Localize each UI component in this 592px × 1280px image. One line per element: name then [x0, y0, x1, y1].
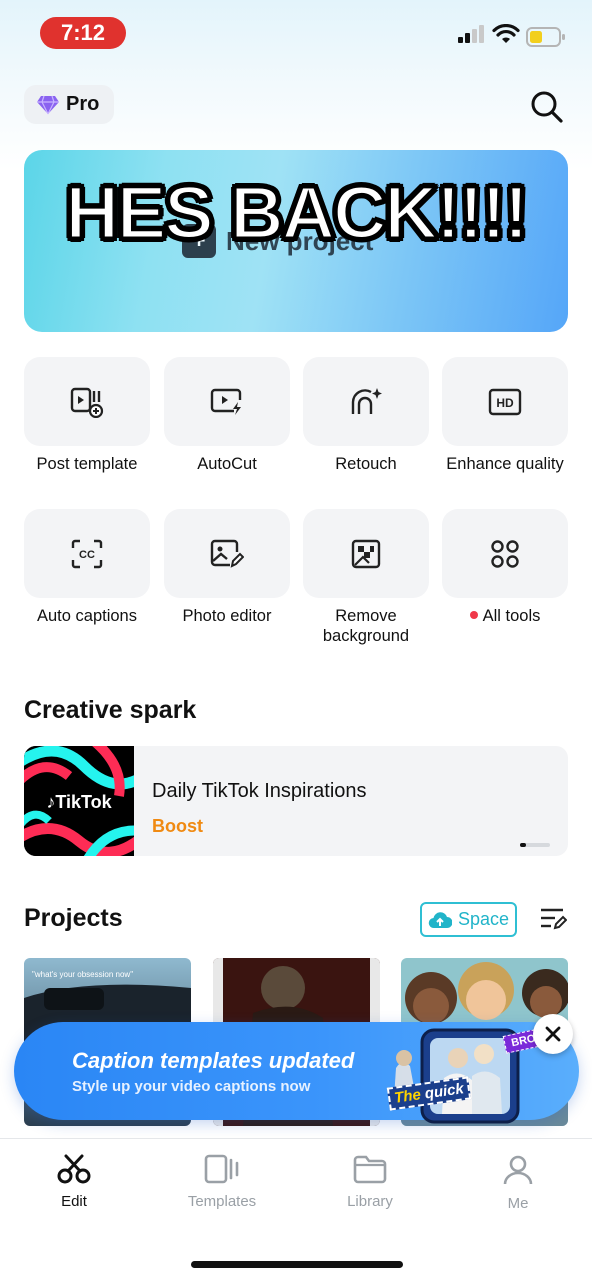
wifi-icon [492, 24, 520, 43]
tool-label: Retouch [335, 455, 397, 473]
pro-label: Pro [66, 93, 100, 115]
tool-label: AutoCut [197, 455, 257, 473]
status-time: 7:12 [40, 17, 126, 49]
creative-spark-card[interactable]: ♪TikTok Daily TikTok Inspirations Boost [24, 746, 568, 856]
space-button[interactable]: Space [420, 902, 517, 937]
carousel-indicator [520, 843, 550, 847]
tab-label: Library [347, 1193, 393, 1210]
tool-label: Post template [36, 455, 138, 473]
tiktok-thumbnail: ♪TikTok [24, 746, 134, 856]
tool-remove-background[interactable]: Remove background [303, 509, 429, 646]
spark-card-title: Daily TikTok Inspirations [152, 780, 367, 802]
person-icon [503, 1155, 533, 1185]
toast-title: Caption templates updated [72, 1048, 355, 1073]
tab-me[interactable]: Me [468, 1154, 568, 1212]
svg-text:CC: CC [79, 549, 95, 561]
tool-retouch[interactable]: Retouch [303, 357, 429, 474]
tab-label: Templates [187, 1193, 257, 1210]
tab-edit[interactable]: Edit [24, 1154, 124, 1210]
tool-autocut[interactable]: AutoCut [164, 357, 290, 474]
close-icon [545, 1026, 561, 1042]
art-tag-the: The [393, 1086, 422, 1107]
tab-label: Edit [61, 1193, 87, 1210]
captions-icon: CC [71, 539, 103, 568]
post-template-icon [70, 387, 104, 418]
search-icon[interactable] [528, 88, 564, 124]
svg-text:HD: HD [496, 396, 514, 410]
tool-post-template[interactable]: Post template [24, 357, 150, 474]
space-label: Space [457, 909, 510, 929]
tool-all-tools[interactable]: All tools [442, 509, 568, 626]
grid-icon [491, 539, 519, 568]
toast-subtitle: Style up your video captions now [72, 1078, 311, 1095]
cellular-signal-icon [458, 25, 484, 43]
project-caption: "what's your obsession now" [32, 970, 134, 979]
home-indicator[interactable] [191, 1261, 403, 1268]
scissors-icon [57, 1154, 91, 1184]
tool-label: Remove background [322, 607, 410, 645]
spark-card-subtitle: Boost [152, 816, 203, 836]
tool-label: Enhance quality [446, 455, 564, 473]
hd-icon: HD [488, 388, 522, 415]
remove-bg-icon [351, 539, 381, 568]
tool-label: All tools [482, 607, 541, 625]
folder-icon [353, 1155, 387, 1184]
art-tag-quick: quick [423, 1080, 465, 1103]
cloud-upload-icon [428, 911, 452, 928]
tiktok-logo-icon: ♪ [46, 792, 56, 812]
close-toast-button[interactable] [533, 1014, 573, 1054]
notification-dot [469, 611, 478, 619]
retouch-icon [351, 387, 382, 414]
toast-illustration: The quick BROWN [386, 1018, 563, 1126]
tool-enhance-quality[interactable]: HD Enhance quality [442, 357, 568, 474]
diamond-icon [37, 95, 59, 114]
tool-auto-captions[interactable]: CC Auto captions [24, 509, 150, 626]
tab-templates[interactable]: Templates [172, 1154, 272, 1210]
creative-spark-title: Creative spark [24, 696, 197, 724]
templates-icon [204, 1154, 239, 1184]
overlay-caption: HES BACK!!!! [64, 170, 530, 256]
tool-label: Auto captions [37, 607, 137, 625]
projects-title: Projects [24, 904, 123, 932]
autocut-icon [210, 388, 242, 415]
photo-editor-icon [210, 539, 244, 568]
tiktok-brand: TikTok [55, 792, 112, 812]
battery-icon [526, 27, 565, 47]
tab-library[interactable]: Library [320, 1154, 420, 1210]
tool-label: Photo editor [182, 607, 272, 625]
tool-photo-editor[interactable]: Photo editor [164, 509, 290, 626]
edit-list-icon[interactable] [539, 906, 567, 932]
tab-label: Me [507, 1195, 529, 1212]
status-bar: 7:12 [0, 0, 592, 70]
pro-badge-button[interactable]: Pro [24, 85, 114, 124]
